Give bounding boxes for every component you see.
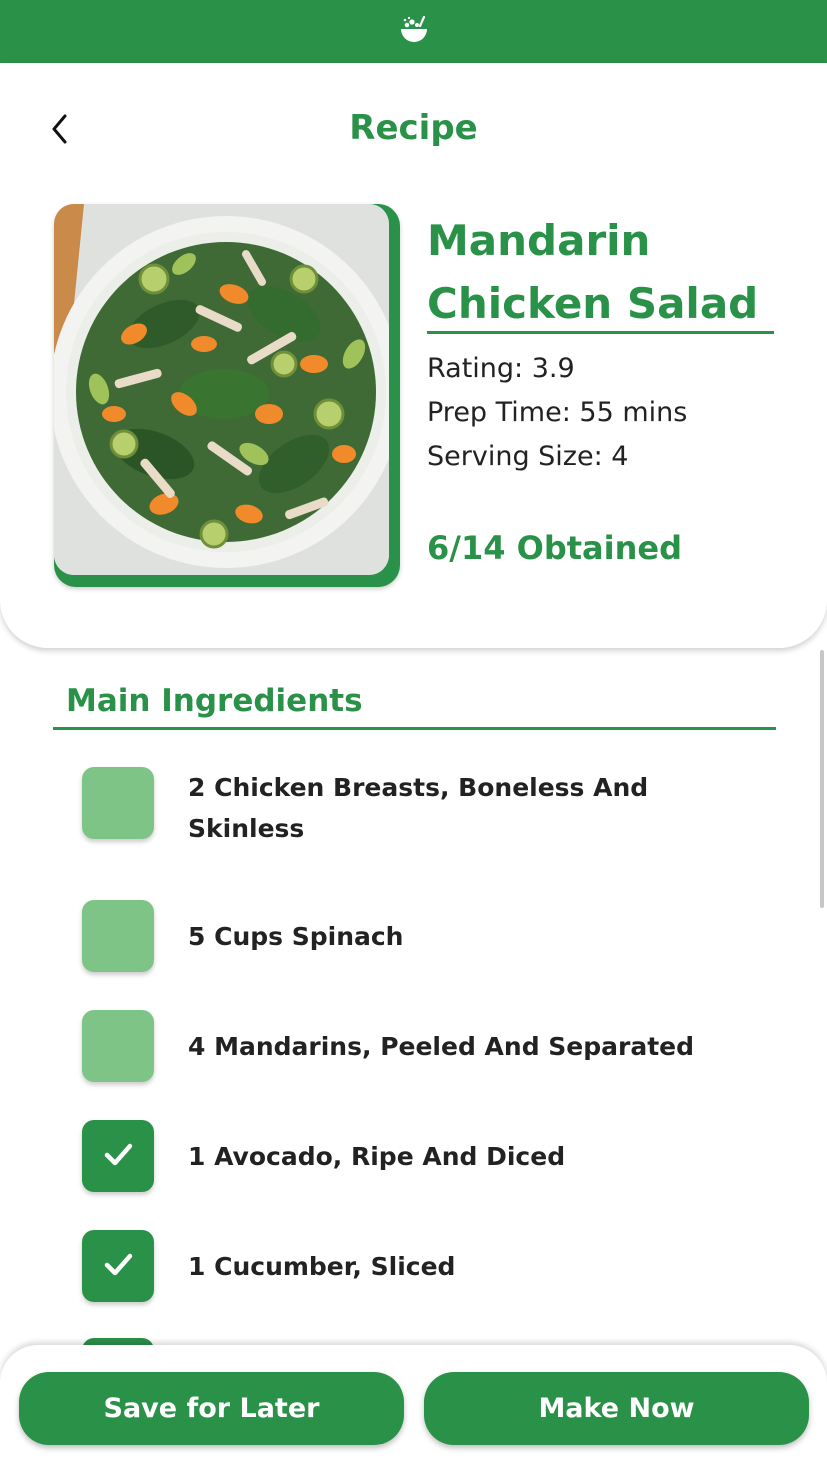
make-now-button[interactable]: Make Now [424,1372,809,1445]
recipe-name-divider [427,331,774,334]
ingredient-item[interactable]: 5 Cups Spinach [82,900,722,972]
ingredient-item[interactable]: 4 Mandarins, Peeled And Separated [82,1010,722,1082]
scrollbar[interactable] [820,650,824,908]
recipe-name-line-2: Chicken Salad [427,279,759,328]
checkmark-icon [98,1134,138,1178]
checkmark-icon [98,1244,138,1288]
recipe-serving-size: Serving Size: 4 [427,441,629,472]
action-bar: Save for Later Make Now [0,1345,827,1472]
app-top-bar [0,0,827,63]
ingredient-label: 4 Mandarins, Peeled And Separated [188,1032,695,1061]
recipe-image-frame [54,204,400,587]
ingredient-label: 1 Avocado, Ripe And Diced [188,1142,566,1171]
ingredient-checkbox[interactable] [82,1010,154,1082]
section-divider [53,727,776,730]
ingredient-checkbox[interactable] [82,1120,154,1192]
ingredient-item[interactable]: 1 Avocado, Ripe And Diced [82,1120,722,1192]
save-for-later-button[interactable]: Save for Later [19,1372,404,1445]
recipe-rating: Rating: 3.9 [427,353,575,384]
ingredient-label: 5 Cups Spinach [188,922,404,951]
section-title-main-ingredients: Main Ingredients [66,683,363,719]
obtained-count: 6/14 Obtained [427,529,682,567]
page-title: Recipe [349,108,478,148]
ingredient-label: 2 Chicken Breasts, Boneless And Skinless [188,773,649,843]
recipe-header-card: Recipe Mandarin Chicken Salad Rating: 3.… [0,63,827,648]
ingredient-label: 1 Cucumber, Sliced [188,1252,456,1281]
ingredient-item[interactable]: 2 Chicken Breasts, Boneless And Skinless [82,767,722,849]
recipe-name-line-1: Mandarin [427,216,651,265]
ingredient-checkbox[interactable] [82,900,154,972]
ingredient-checkbox[interactable] [82,1230,154,1302]
recipe-name: Mandarin Chicken Salad [427,209,777,335]
recipe-prep-time: Prep Time: 55 mins [427,397,688,428]
recipe-image [54,204,389,575]
salad-bowl-icon [398,14,430,50]
ingredient-checkbox[interactable] [82,767,154,839]
ingredient-item[interactable]: 1 Cucumber, Sliced [82,1230,722,1302]
